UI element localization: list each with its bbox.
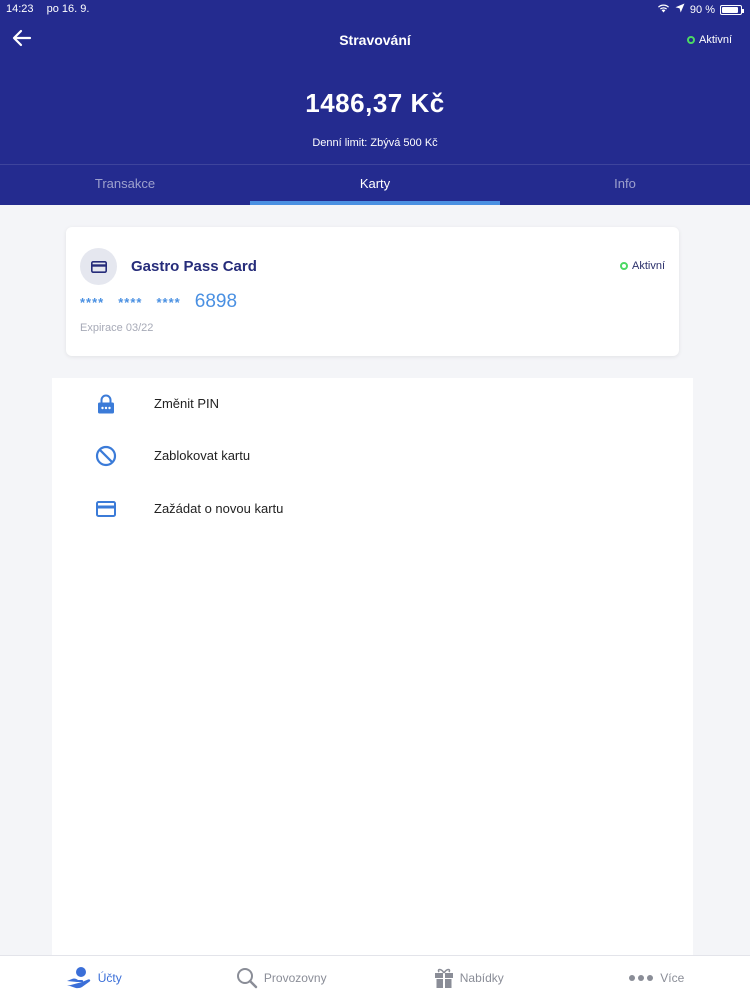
- tab-cards[interactable]: Karty: [250, 165, 500, 205]
- card-expiry: Expirace 03/22: [80, 322, 154, 334]
- card-number-mask: ****: [156, 295, 181, 310]
- change-pin-button[interactable]: Změnit PIN: [52, 378, 693, 430]
- nav-offers[interactable]: Nabídky: [375, 956, 563, 1000]
- search-icon: [236, 968, 258, 989]
- status-dot-icon: [686, 36, 695, 44]
- card-status-badge: Aktivní: [619, 260, 665, 272]
- card-number-last4: 6898: [194, 291, 238, 312]
- block-card-button[interactable]: Zablokovat kartu: [52, 430, 693, 482]
- nav-accounts[interactable]: Účty: [0, 956, 188, 1000]
- balance-amount: 1486,37 Kč: [305, 88, 445, 118]
- card-actions-list: Změnit PIN Zablokovat kartu Zažádat o no…: [52, 378, 693, 956]
- page-title: Stravování: [339, 32, 411, 48]
- action-label: Zažádat o novou kartu: [154, 501, 284, 516]
- card-name: Gastro Pass Card: [131, 258, 257, 275]
- nav-label: Více: [660, 971, 685, 985]
- card-number: **** **** **** 6898: [80, 291, 237, 313]
- credit-card-icon: [94, 497, 118, 521]
- tab-label: Info: [614, 176, 636, 191]
- action-label: Zablokovat kartu: [154, 448, 251, 463]
- meal-card[interactable]: Gastro Pass Card Aktivní **** **** **** …: [66, 227, 679, 356]
- status-date: po 16. 9.: [46, 3, 90, 15]
- tab-bar: Transakce Karty Info: [0, 164, 750, 205]
- status-time: 14:23: [6, 3, 34, 15]
- block-icon: [94, 444, 118, 468]
- account-status-badge: Aktivní: [686, 34, 732, 46]
- gift-icon: [434, 968, 453, 988]
- location-icon: [675, 3, 685, 16]
- tab-label: Karty: [359, 176, 391, 191]
- action-label: Změnit PIN: [154, 396, 220, 411]
- nav-places[interactable]: Provozovny: [188, 956, 376, 1000]
- tab-transactions[interactable]: Transakce: [0, 165, 250, 205]
- nav-label: Účty: [97, 971, 122, 985]
- battery-percent: 90 %: [689, 3, 715, 16]
- card-avatar: [80, 248, 117, 285]
- status-bar: 14:23 po 16. 9. 90 %: [0, 0, 750, 20]
- daily-limit-text: Denní limit: Zbývá 500 Kč: [312, 137, 438, 149]
- nav-label: Provozovny: [263, 971, 327, 985]
- app-header: 14:23 po 16. 9. 90 % Stravování Aktivní …: [0, 0, 750, 205]
- status-dot-icon: [619, 262, 628, 270]
- tab-info[interactable]: Info: [500, 165, 750, 205]
- card-number-mask: ****: [80, 295, 105, 310]
- account-status-text: Aktivní: [698, 34, 732, 46]
- nav-more[interactable]: Více: [563, 956, 750, 1000]
- more-dots-icon: [629, 975, 654, 981]
- card-status-text: Aktivní: [631, 260, 665, 272]
- lock-icon: [94, 392, 118, 416]
- tab-label: Transakce: [94, 176, 156, 191]
- battery-icon: [720, 4, 744, 15]
- nav-label: Nabídky: [459, 971, 504, 985]
- bottom-navigation: Účty Provozovny Nabídky Více: [0, 955, 750, 1000]
- credit-card-icon: [90, 260, 107, 273]
- hand-coin-icon: [66, 967, 90, 989]
- wifi-icon: [657, 3, 670, 16]
- request-new-card-button[interactable]: Zažádat o novou kartu: [52, 483, 693, 535]
- navigation-bar: Stravování Aktivní: [0, 20, 750, 62]
- card-number-mask: ****: [118, 295, 143, 310]
